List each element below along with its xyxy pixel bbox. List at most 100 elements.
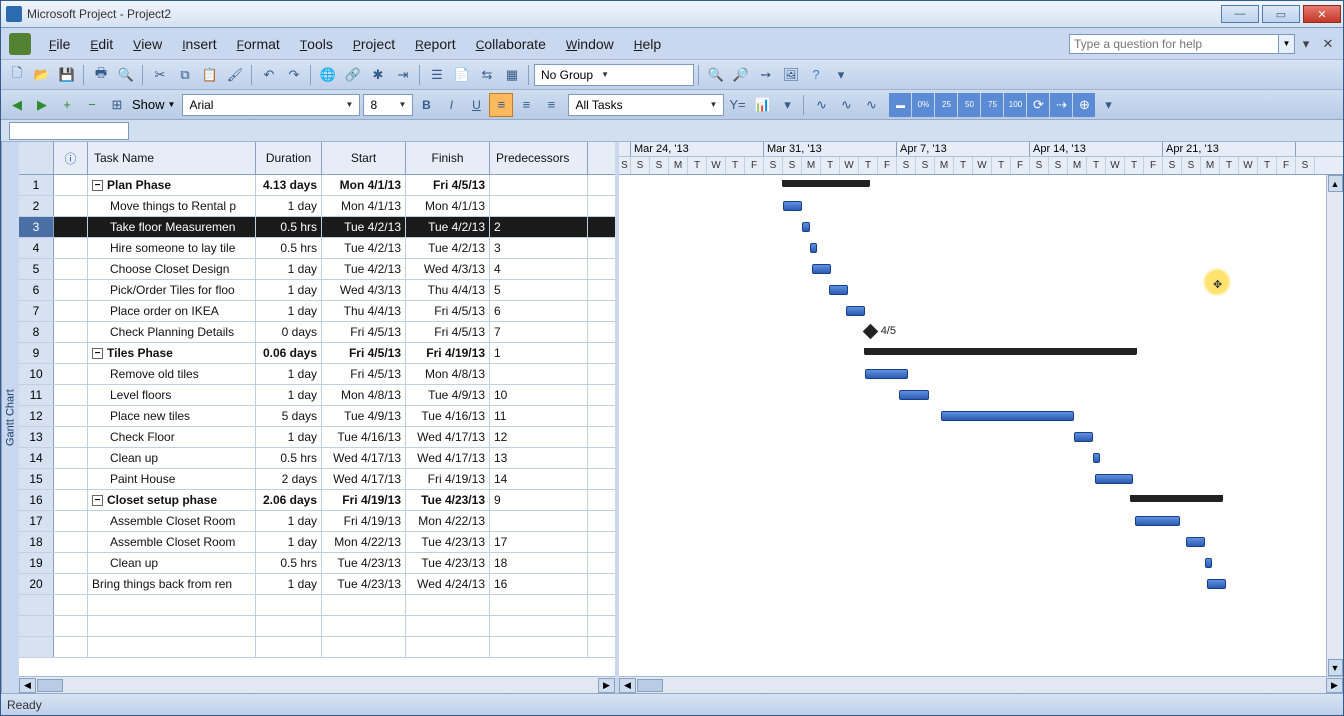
table-row[interactable]: 20Bring things back from ren1 dayTue 4/2… <box>19 574 615 595</box>
cell-duration[interactable]: 2.06 days <box>256 490 322 510</box>
copy-picture-icon[interactable]: 🖼 <box>779 63 803 87</box>
add-progress-icon[interactable]: ⊕ <box>1073 93 1095 117</box>
progress100-icon[interactable]: 75 <box>981 93 1003 117</box>
view-label[interactable]: Gantt Chart <box>1 142 19 693</box>
gantt-task-bar[interactable] <box>1207 579 1226 589</box>
font-size-select[interactable]: 8▼ <box>363 94 413 116</box>
cell-predecessors[interactable]: 5 <box>490 280 588 300</box>
outdent-icon[interactable]: ◀ <box>5 93 29 117</box>
table-row[interactable]: 12Place new tiles5 daysTue 4/9/13Tue 4/1… <box>19 406 615 427</box>
cell-predecessors[interactable]: 14 <box>490 469 588 489</box>
align-center-icon[interactable]: ≡ <box>514 93 538 117</box>
week-header[interactable]: Mar 24, '13 <box>631 142 764 156</box>
minimize-button[interactable]: — <box>1221 5 1259 23</box>
gantt-task-bar[interactable] <box>1205 558 1213 568</box>
paste-icon[interactable]: 📋 <box>198 63 222 87</box>
cell-start[interactable]: Tue 4/23/13 <box>322 574 406 594</box>
help-search-input[interactable] <box>1069 34 1279 54</box>
cell-start[interactable]: Mon 4/8/13 <box>322 385 406 405</box>
table-row[interactable]: 10Remove old tiles1 dayFri 4/5/13Mon 4/8… <box>19 364 615 385</box>
close-button[interactable]: ✕ <box>1303 5 1341 23</box>
indicator-column-header[interactable]: ⓘ <box>54 142 88 174</box>
cell-start[interactable]: Fri 4/5/13 <box>322 343 406 363</box>
cell-finish[interactable]: Wed 4/17/13 <box>406 448 490 468</box>
cell-finish[interactable]: Wed 4/3/13 <box>406 259 490 279</box>
gantt-summary-bar[interactable] <box>783 180 869 187</box>
cell-duration[interactable]: 2 days <box>256 469 322 489</box>
cell-name[interactable]: Paint House <box>88 469 256 489</box>
progress0-icon[interactable]: ▬ <box>889 93 911 117</box>
cell-predecessors[interactable]: 6 <box>490 301 588 321</box>
cell-name[interactable]: Place order on IKEA <box>88 301 256 321</box>
cell-duration[interactable]: 4.13 days <box>256 175 322 195</box>
align-right-icon[interactable]: ≡ <box>539 93 563 117</box>
table-hscroll[interactable]: ◀ ▶ <box>19 676 615 693</box>
scroll-right-icon[interactable]: ▶ <box>598 678 615 693</box>
table-row-empty[interactable] <box>19 595 615 616</box>
table-row[interactable]: 3Take floor Measuremen0.5 hrsTue 4/2/13T… <box>19 217 615 238</box>
cell-start[interactable]: Mon 4/1/13 <box>322 175 406 195</box>
cell-start[interactable]: Wed 4/17/13 <box>322 448 406 468</box>
split-task-icon[interactable]: ⇥ <box>391 63 415 87</box>
gantt-task-bar[interactable] <box>812 264 831 274</box>
bold-icon[interactable]: B <box>414 93 438 117</box>
cell-duration[interactable]: 0.06 days <box>256 343 322 363</box>
row-header[interactable]: 12 <box>19 406 54 426</box>
cell-predecessors[interactable]: 1 <box>490 343 588 363</box>
link-tasks-icon[interactable]: 🔗 <box>341 63 365 87</box>
gantt-task-bar[interactable] <box>865 369 909 379</box>
cell-duration[interactable]: 1 day <box>256 280 322 300</box>
table-row[interactable]: 8Check Planning Details0 daysFri 4/5/13F… <box>19 322 615 343</box>
cell-duration[interactable]: 1 day <box>256 427 322 447</box>
align-left-icon[interactable]: ≡ <box>489 93 513 117</box>
toolbar-options-icon[interactable]: ▾ <box>829 63 853 87</box>
cell-start[interactable]: Tue 4/16/13 <box>322 427 406 447</box>
cell-name[interactable]: Move things to Rental p <box>88 196 256 216</box>
autofilter-icon[interactable]: Y= <box>725 93 749 117</box>
table-row[interactable]: 16−Closet setup phase2.06 daysFri 4/19/1… <box>19 490 615 511</box>
row-header[interactable]: 17 <box>19 511 54 531</box>
progress25-icon[interactable]: 0% <box>912 93 934 117</box>
gantt-task-bar[interactable] <box>1135 516 1181 526</box>
goto-task-icon[interactable]: ➙ <box>754 63 778 87</box>
menu-tools[interactable]: Tools <box>290 32 343 56</box>
cell-finish[interactable]: Wed 4/24/13 <box>406 574 490 594</box>
cell-finish[interactable]: Fri 4/5/13 <box>406 322 490 342</box>
cell-predecessors[interactable]: 7 <box>490 322 588 342</box>
menu-edit[interactable]: Edit <box>80 32 123 56</box>
cell-name[interactable]: Check Floor <box>88 427 256 447</box>
row-header[interactable]: 1 <box>19 175 54 195</box>
cell-duration[interactable]: 1 day <box>256 301 322 321</box>
gantt-task-bar[interactable] <box>899 390 929 400</box>
row-header[interactable]: 7 <box>19 301 54 321</box>
menu-help[interactable]: Help <box>624 32 671 56</box>
cell-finish[interactable]: Tue 4/23/13 <box>406 553 490 573</box>
cell-predecessors[interactable] <box>490 511 588 531</box>
help-icon[interactable]: ? <box>804 63 828 87</box>
insert-hyperlink-icon[interactable]: 🌐 <box>316 63 340 87</box>
show-subtasks-icon[interactable]: + <box>55 93 79 117</box>
cell-duration[interactable]: 1 day <box>256 511 322 531</box>
cell-predecessors[interactable]: 11 <box>490 406 588 426</box>
cell-finish[interactable]: Mon 4/8/13 <box>406 364 490 384</box>
cell-duration[interactable]: 1 day <box>256 196 322 216</box>
publish-icon[interactable]: ▦ <box>500 63 524 87</box>
menubar-close-icon[interactable]: ✕ <box>1319 36 1337 52</box>
cell-start[interactable]: Tue 4/2/13 <box>322 217 406 237</box>
cell-start[interactable]: Fri 4/5/13 <box>322 322 406 342</box>
hide-subtasks-icon[interactable]: − <box>80 93 104 117</box>
cell-name[interactable]: Clean up <box>88 553 256 573</box>
cell-name[interactable]: −Tiles Phase <box>88 343 256 363</box>
cell-duration[interactable]: 0.5 hrs <box>256 448 322 468</box>
copy-icon[interactable]: ⧉ <box>173 63 197 87</box>
row-header[interactable]: 4 <box>19 238 54 258</box>
table-row[interactable]: 15Paint House2 daysWed 4/17/13Fri 4/19/1… <box>19 469 615 490</box>
scroll-left-icon[interactable]: ◀ <box>19 678 36 693</box>
gantt-task-bar[interactable] <box>846 306 865 316</box>
cut-icon[interactable]: ✂ <box>148 63 172 87</box>
cell-name[interactable]: Choose Closet Design <box>88 259 256 279</box>
cell-predecessors[interactable]: 3 <box>490 238 588 258</box>
cell-start[interactable]: Fri 4/19/13 <box>322 511 406 531</box>
cell-duration[interactable]: 1 day <box>256 574 322 594</box>
col-start[interactable]: Start <box>322 142 406 174</box>
